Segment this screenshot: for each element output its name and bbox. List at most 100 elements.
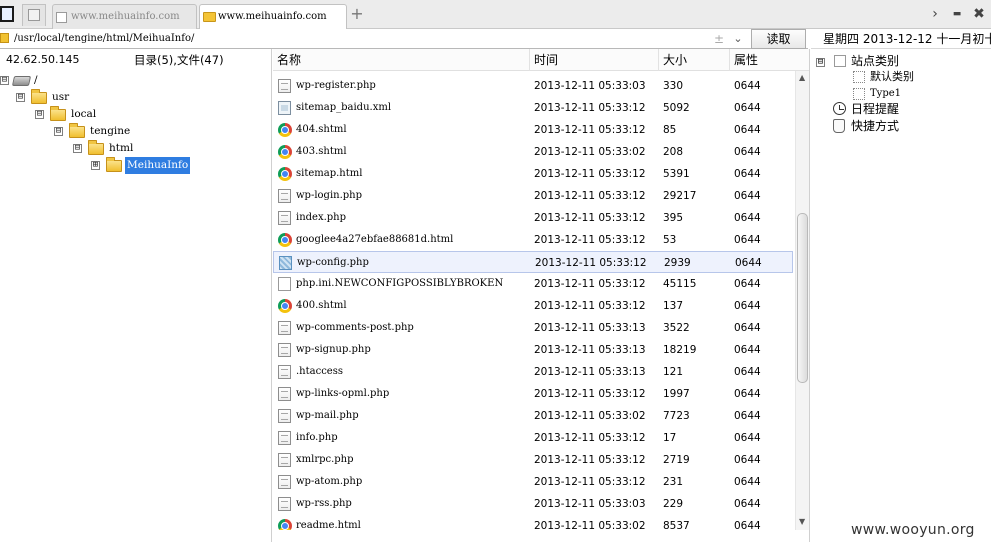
column-name[interactable]: 名称 — [273, 49, 530, 71]
column-size[interactable]: 大小 — [659, 49, 730, 71]
app-menu-icon[interactable] — [0, 6, 14, 22]
file-row[interactable]: php.ini.NEWCONFIGPOSSIBLYBROKEN 2013-12-1… — [273, 273, 793, 295]
collapse-icon[interactable]: ⊟ — [35, 110, 44, 119]
php-file-icon — [278, 497, 291, 511]
collapse-icon[interactable]: ⊟ — [54, 127, 63, 136]
file-attr: 0644 — [734, 410, 761, 422]
file-time: 2013-12-11 05:33:02 — [534, 520, 646, 530]
file-row[interactable]: wp-signup.php 2013-12-11 05:33:13 18219 064… — [273, 339, 793, 361]
path-input[interactable]: /usr/local/tengine/html/MeihuaInfo/ — [14, 30, 734, 48]
file-time: 2013-12-11 05:33:12 — [534, 476, 646, 488]
directory-tree-pane: 42.62.50.145 目录(5),文件(47) ⊟ / ⊟ usr ⊟ lo… — [0, 49, 272, 542]
scroll-thumb[interactable] — [797, 213, 808, 383]
schedule-reminder[interactable]: 日程提醒 — [833, 101, 900, 117]
collapse-icon[interactable]: ⊟ — [73, 144, 82, 153]
tab-inactive[interactable]: www.meihuainfo.com — [52, 4, 197, 29]
server-info: 42.62.50.145 目录(5),文件(47) — [0, 49, 272, 71]
sort-icon[interactable]: ± — [712, 30, 726, 48]
file-time: 2013-12-11 05:33:12 — [534, 168, 646, 180]
file-row[interactable]: wp-rss.php 2013-12-11 05:33:03 229 0644 — [273, 493, 793, 515]
file-time: 2013-12-11 05:33:12 — [534, 124, 646, 136]
file-name: sitemap_baidu.xml — [296, 102, 392, 113]
category-label: 默认类别 — [870, 70, 914, 83]
file-name: wp-mail.php — [296, 410, 359, 421]
file-row[interactable]: wp-mail.php 2013-12-11 05:33:02 7723 0644 — [273, 405, 793, 427]
php-file-icon — [278, 321, 291, 335]
read-button[interactable]: 读取 — [751, 29, 806, 49]
close-button[interactable]: ✖ — [972, 6, 986, 22]
category-icon — [834, 55, 846, 67]
file-name: 403.shtml — [296, 146, 347, 157]
file-row[interactable]: readme.html 2013-12-11 05:33:02 8537 0644 — [273, 515, 793, 530]
file-row[interactable]: wp-register.php 2013-12-11 05:33:03 330 064… — [273, 75, 793, 97]
file-attr: 0644 — [734, 388, 761, 400]
file-attr: 0644 — [734, 168, 761, 180]
file-time: 2013-12-11 05:33:12 — [534, 454, 646, 466]
scroll-up-icon[interactable]: ▲ — [799, 73, 805, 82]
new-tab-button[interactable]: + — [350, 6, 364, 22]
chevron-right-icon[interactable]: › — [928, 6, 942, 22]
pinned-tab[interactable] — [22, 4, 46, 26]
file-row[interactable]: wp-comments-post.php 2013-12-11 05:33:13 3… — [273, 317, 793, 339]
file-row[interactable]: wp-links-opml.php 2013-12-11 05:33:12 1997… — [273, 383, 793, 405]
file-row[interactable]: 400.shtml 2013-12-11 05:33:12 137 0644 — [273, 295, 793, 317]
file-row[interactable]: wp-atom.php 2013-12-11 05:33:12 231 0644 — [273, 471, 793, 493]
file-row[interactable]: wp-config.php 2013-12-11 05:33:12 2939 0644 — [273, 251, 793, 273]
file-list-scrollbar[interactable]: ▲ ▼ — [795, 71, 809, 530]
file-row[interactable]: xmlrpc.php 2013-12-11 05:33:12 2719 0644 — [273, 449, 793, 471]
file-time: 2013-12-11 05:33:13 — [534, 344, 646, 356]
php-file-icon — [278, 453, 291, 467]
schedule-label: 日程提醒 — [851, 102, 900, 116]
expand-icon[interactable]: ⊞ — [91, 161, 100, 170]
file-row[interactable]: 403.shtml 2013-12-11 05:33:02 208 0644 — [273, 141, 793, 163]
column-attr[interactable]: 属性 — [730, 49, 809, 71]
file-row[interactable]: wp-login.php 2013-12-11 05:33:12 29217 0644 — [273, 185, 793, 207]
scroll-down-icon[interactable]: ▼ — [799, 517, 805, 526]
tree-node-label: local — [71, 108, 97, 120]
column-time[interactable]: 时间 — [530, 49, 659, 71]
folder-icon — [31, 89, 47, 104]
tree-node-html[interactable]: ⊟ html — [73, 140, 253, 157]
file-name: php.ini.NEWCONFIGPOSSIBLYBROKEN — [296, 278, 504, 289]
category-icon — [853, 88, 865, 100]
file-row[interactable]: 404.shtml 2013-12-11 05:33:12 85 0644 — [273, 119, 793, 141]
tree-node-root[interactable]: ⊟ / — [0, 72, 200, 89]
file-attr: 0644 — [735, 257, 762, 269]
php-file-icon — [278, 365, 291, 379]
category-item-default[interactable]: 默认类别 — [853, 69, 914, 85]
chevron-down-icon[interactable]: ⌄ — [730, 30, 746, 48]
date-display: 星期四 2013-12-12 十一月初十 — [811, 29, 991, 49]
chrome-html-icon — [278, 145, 292, 159]
collapse-icon[interactable]: ⊟ — [16, 93, 25, 102]
category-item-type1[interactable]: Type1 — [853, 86, 901, 102]
file-time: 2013-12-11 05:33:12 — [534, 102, 646, 114]
php-file-icon — [278, 475, 291, 489]
tab-label: www.meihuainfo.com — [218, 11, 327, 22]
file-name: wp-atom.php — [296, 476, 363, 487]
minimize-button[interactable]: ▬ — [950, 6, 964, 22]
file-name: wp-register.php — [296, 80, 376, 91]
file-row[interactable]: googlee4a27ebfae88681d.html 2013-12-11 05… — [273, 229, 793, 251]
file-row[interactable]: index.php 2013-12-11 05:33:12 395 0644 — [273, 207, 793, 229]
shortcuts[interactable]: 快捷方式 — [833, 118, 899, 134]
file-row[interactable]: sitemap_baidu.xml 2013-12-11 05:33:12 5092… — [273, 97, 793, 119]
category-root[interactable]: 站点类别 — [834, 53, 899, 69]
clock-icon — [833, 102, 846, 115]
folder-icon — [106, 157, 122, 172]
tree-node-tengine[interactable]: ⊟ tengine — [54, 123, 254, 140]
collapse-icon[interactable]: ⊟ — [0, 76, 9, 85]
site-category-pane: ⊟ 站点类别 默认类别 Type1 日程提醒 快捷方式 — [809, 49, 991, 542]
tree-node-meihuainfo[interactable]: ⊞ MeihuaInfo — [91, 157, 271, 174]
tree-node-usr[interactable]: ⊟ usr — [16, 89, 216, 106]
chrome-html-icon — [278, 519, 292, 530]
file-time: 2013-12-11 05:33:02 — [534, 410, 646, 422]
tree-node-local[interactable]: ⊟ local — [35, 106, 235, 123]
php-file-icon — [278, 189, 291, 203]
file-row[interactable]: info.php 2013-12-11 05:33:12 17 0644 — [273, 427, 793, 449]
collapse-icon[interactable]: ⊟ — [816, 58, 825, 67]
file-row[interactable]: .htaccess 2013-12-11 05:33:13 121 0644 — [273, 361, 793, 383]
file-row[interactable]: sitemap.html 2013-12-11 05:33:12 5391 0644 — [273, 163, 793, 185]
file-size: 208 — [663, 146, 684, 158]
file-attr: 0644 — [734, 102, 761, 114]
tab-active[interactable]: www.meihuainfo.com — [199, 4, 347, 30]
